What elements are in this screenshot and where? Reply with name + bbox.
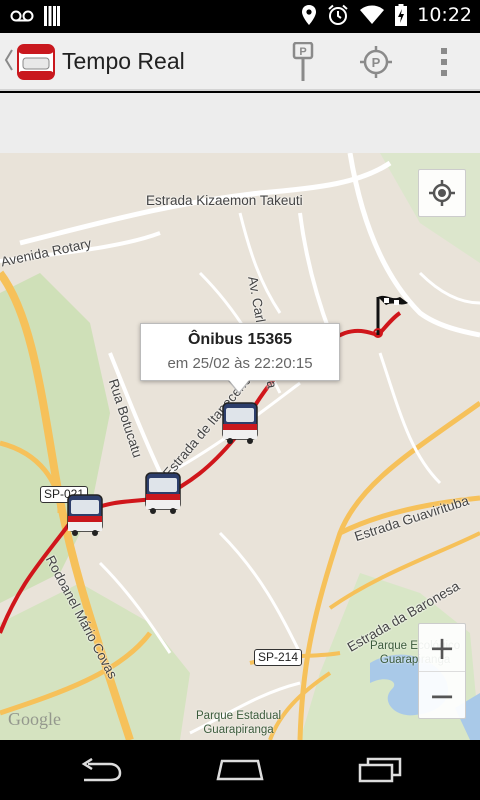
recents-nav-button[interactable] (350, 754, 410, 786)
info-window-tail (229, 380, 249, 392)
voicemail-icon (10, 10, 34, 22)
bus-info-title: Ônibus 15365 (187, 331, 293, 348)
bus-marker[interactable] (65, 493, 105, 537)
back-nav-icon (81, 758, 122, 782)
google-attribution: Google (8, 709, 61, 729)
screen: 10:22 Tempo Real P P Estrada Kizaemon Ta… (0, 0, 480, 800)
page-title: Tempo Real (62, 48, 185, 74)
back-nav-button[interactable] (70, 754, 130, 786)
svg-text:P: P (372, 55, 381, 70)
highway-shield: SP-214 (254, 649, 303, 666)
bus-info-timestamp: em 25/02 às 22:20:15 (167, 355, 313, 372)
home-nav-button[interactable] (210, 754, 270, 786)
destination-flag-icon[interactable] (370, 293, 410, 339)
park-label: Parque Estadual Guarapiranga (196, 710, 282, 736)
navigation-bar (0, 740, 480, 800)
road-label: Estrada Kizaemon Takeuti (146, 193, 303, 208)
overflow-menu-icon (441, 48, 447, 76)
clock-time: 10:22 (417, 4, 472, 26)
home-nav-icon (216, 759, 264, 781)
zoom-controls: + − (418, 623, 466, 719)
crosshair-icon (429, 180, 455, 206)
location-icon (302, 5, 317, 25)
bus-stop-button[interactable]: P (288, 41, 318, 83)
bus-marker[interactable] (220, 401, 260, 445)
bus-stop-icon: P (292, 42, 314, 81)
locate-stop-button[interactable]: P (356, 41, 396, 83)
up-caret-icon[interactable] (3, 47, 15, 73)
status-bar: 10:22 (0, 0, 480, 33)
zoom-in-button[interactable]: + (419, 624, 465, 672)
signal-bars-icon (44, 6, 60, 26)
alarm-icon (328, 4, 348, 25)
bus-info-window[interactable]: Ônibus 15365 em 25/02 às 22:20:15 (140, 323, 340, 381)
zoom-out-button[interactable]: − (419, 672, 465, 720)
bus-marker[interactable] (143, 471, 183, 515)
my-location-button[interactable] (418, 169, 466, 217)
wifi-icon (360, 5, 385, 24)
app-logo[interactable] (17, 44, 55, 80)
map-view[interactable]: Estrada Kizaemon Takeuti Avenida Rotary … (0, 153, 480, 740)
svg-text:P: P (299, 46, 306, 58)
sub-bar (0, 93, 480, 153)
battery-icon (395, 4, 408, 26)
action-bar: Tempo Real P P (0, 33, 480, 91)
overflow-menu-button[interactable] (432, 41, 456, 83)
recents-nav-icon (358, 757, 402, 783)
locate-stop-icon: P (360, 46, 392, 78)
